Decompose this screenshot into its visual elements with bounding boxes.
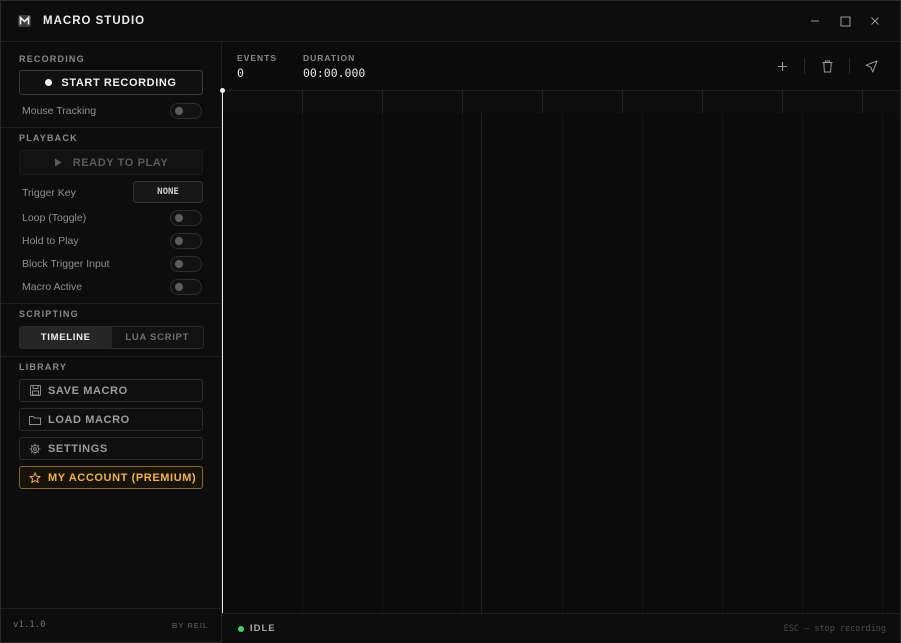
grid-line [462, 113, 463, 613]
toggle-knob [175, 107, 183, 115]
macro-active-toggle[interactable] [170, 279, 202, 295]
ruler-tick [302, 91, 303, 113]
ruler-tick [462, 91, 463, 113]
grid-line [642, 113, 643, 613]
divider [1, 608, 221, 609]
ruler-tick [702, 91, 703, 113]
status-indicator-dot [238, 626, 244, 632]
divider [1, 303, 221, 304]
ruler-tick [782, 91, 783, 113]
tab-lua-script[interactable]: LUA SCRIPT [112, 327, 204, 348]
settings-button[interactable]: SETTINGS [19, 437, 203, 460]
save-macro-label: SAVE MACRO [48, 384, 128, 397]
macro-active-label: Macro Active [22, 281, 83, 293]
trigger-key-label: Trigger Key [22, 187, 76, 199]
version-label: v1.1.0 [13, 620, 46, 630]
maximize-icon[interactable] [837, 13, 853, 29]
keyboard-hint: ESC — stop recording [783, 624, 886, 634]
play-button[interactable]: READY TO PLAY [19, 150, 203, 175]
grid-line [722, 113, 723, 613]
timeline-ruler[interactable] [222, 90, 900, 114]
cursor-icon[interactable] [862, 57, 880, 75]
toggle-knob [175, 214, 183, 222]
scripting-mode-tabs: TIMELINE LUA SCRIPT [19, 326, 204, 349]
grid-line [382, 113, 383, 613]
divider [1, 127, 221, 128]
scripting-section-label: SCRIPTING [19, 309, 79, 319]
block-trigger-input-toggle[interactable] [170, 256, 202, 272]
my-account-label: MY ACCOUNT (PREMIUM) [48, 471, 197, 484]
ruler-tick [382, 91, 383, 113]
play-button-label: READY TO PLAY [72, 156, 169, 169]
trash-icon[interactable] [818, 57, 836, 75]
playhead-handle[interactable] [220, 88, 225, 93]
grid-line [802, 113, 803, 613]
close-icon[interactable] [867, 13, 883, 29]
save-macro-button[interactable]: SAVE MACRO [19, 379, 203, 402]
toggle-knob [175, 283, 183, 291]
timeline-track-area[interactable] [222, 113, 900, 613]
tab-timeline[interactable]: TIMELINE [20, 327, 112, 348]
trigger-key-selector[interactable]: NONE [133, 181, 203, 203]
loop-toggle[interactable] [170, 210, 202, 226]
divider [1, 356, 221, 357]
my-account-button[interactable]: MY ACCOUNT (PREMIUM) [19, 466, 203, 489]
recording-section-label: RECORDING [19, 54, 85, 64]
sidebar: RECORDING START RECORDING Mouse Tracking… [1, 42, 222, 642]
status-bar: IDLE ESC — stop recording [222, 613, 900, 643]
plus-icon[interactable] [773, 57, 791, 75]
title-bar[interactable]: MACRO STUDIO [1, 1, 900, 42]
ruler-tick [622, 91, 623, 113]
ruler-tick [862, 91, 863, 113]
start-recording-label: START RECORDING [61, 76, 177, 89]
toolbar-divider [804, 58, 805, 74]
playhead[interactable] [220, 88, 225, 614]
app-window: MACRO STUDIO RECORDING START RECORDING M… [0, 0, 901, 643]
toolbar-divider [849, 58, 850, 74]
star-icon [28, 471, 42, 485]
load-macro-label: LOAD MACRO [48, 413, 130, 426]
minimize-icon[interactable] [807, 13, 823, 29]
mouse-tracking-toggle[interactable] [170, 103, 202, 119]
start-recording-button[interactable]: START RECORDING [19, 70, 203, 95]
toggle-knob [175, 237, 183, 245]
hold-to-play-toggle[interactable] [170, 233, 202, 249]
load-macro-button[interactable]: LOAD MACRO [19, 408, 203, 431]
record-dot-icon [45, 79, 53, 86]
author-byline: BY REIL [172, 621, 209, 630]
main-panel: EVENTS 0 DURATION 00:00.000 IDLE ESC — s… [220, 42, 900, 643]
loop-toggle-label: Loop (Toggle) [22, 212, 87, 224]
folder-icon [28, 413, 42, 427]
settings-label: SETTINGS [48, 442, 108, 455]
mouse-tracking-label: Mouse Tracking [22, 105, 97, 117]
events-count: 0 [237, 66, 244, 80]
toggle-knob [175, 260, 183, 268]
gear-icon [28, 442, 42, 456]
duration-value: 00:00.000 [303, 66, 366, 80]
playback-section-label: PLAYBACK [19, 133, 78, 143]
track-divider [481, 113, 482, 613]
app-logo-icon [18, 14, 31, 27]
play-icon [54, 158, 62, 167]
ruler-tick [542, 91, 543, 113]
app-title: MACRO STUDIO [43, 15, 146, 27]
block-trigger-input-label: Block Trigger Input [22, 258, 110, 270]
duration-label: DURATION [303, 53, 356, 63]
save-icon [28, 384, 42, 398]
grid-line [882, 113, 883, 613]
events-label: EVENTS [237, 53, 278, 63]
status-text: IDLE [250, 623, 276, 634]
grid-line [302, 113, 303, 613]
hold-to-play-label: Hold to Play [22, 235, 79, 247]
grid-line [562, 113, 563, 613]
library-section-label: LIBRARY [19, 362, 68, 372]
